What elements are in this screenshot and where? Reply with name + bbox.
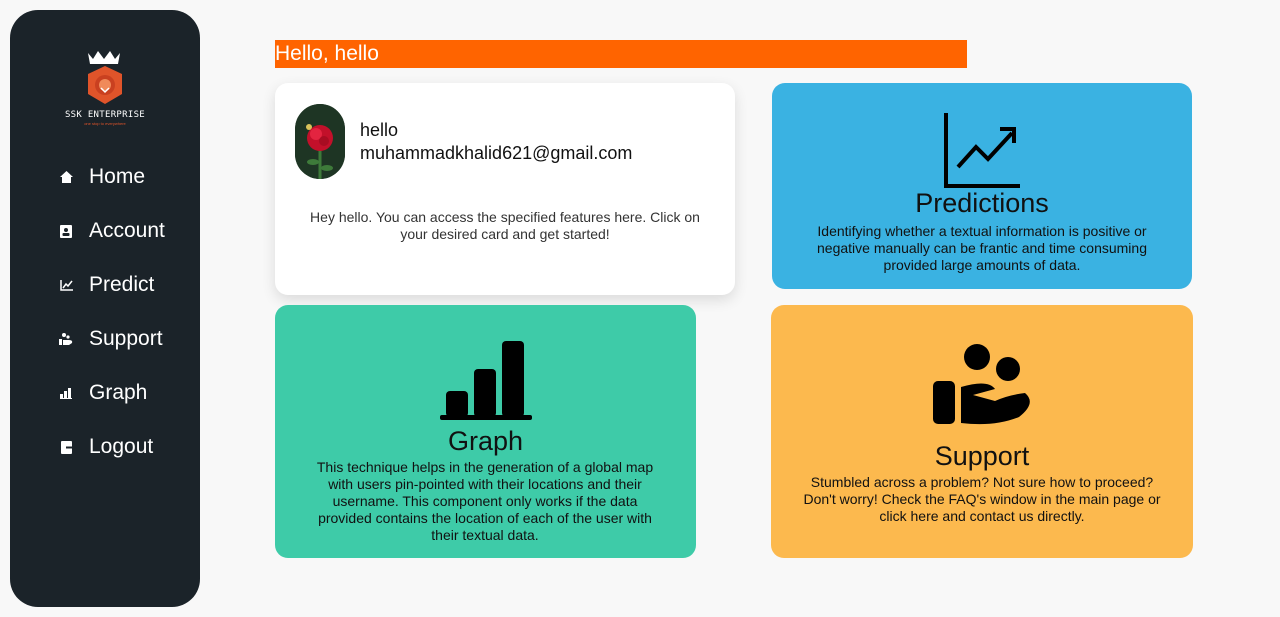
greeting-banner: Hello, hello xyxy=(275,40,967,68)
sidebar-item-label: Support xyxy=(89,327,163,350)
sidebar-item-label: Home xyxy=(89,165,146,188)
bar-chart-icon xyxy=(440,341,532,420)
sidebar-item-logout[interactable]: Logout xyxy=(58,420,165,474)
support-card[interactable]: Support Stumbled across a problem? Not s… xyxy=(771,305,1193,558)
bar-chart-icon xyxy=(58,385,74,401)
predictions-card[interactable]: Predictions Identifying whether a textua… xyxy=(772,83,1192,289)
sidebar-item-predict[interactable]: Predict xyxy=(58,258,165,312)
sidebar-nav: Home Account Predict Support Graph Logou… xyxy=(58,150,165,474)
support-hand-icon xyxy=(933,344,1030,425)
sidebar-item-support[interactable]: Support xyxy=(58,312,165,366)
sidebar: SSK ENTERPRISE one stop to everywhere Ho… xyxy=(10,10,200,607)
sidebar-item-label: Graph xyxy=(89,381,148,404)
predictions-title: Predictions xyxy=(915,188,1049,218)
support-icon xyxy=(58,331,74,347)
graph-title: Graph xyxy=(447,426,524,456)
sidebar-item-label: Logout xyxy=(89,435,154,458)
support-title: Support xyxy=(934,441,1030,471)
sidebar-item-home[interactable]: Home xyxy=(58,150,165,204)
welcome-message: Hey hello. You can access the specified … xyxy=(310,209,700,242)
logout-icon xyxy=(58,439,74,455)
flower-avatar-icon xyxy=(295,104,345,179)
profile-card: hello muhammadkhalid621@gmail.com Hey he… xyxy=(275,83,735,295)
lion-crown-icon xyxy=(88,51,122,104)
graph-description: This technique helps in the generation o… xyxy=(316,459,654,543)
brand-name: SSK ENTERPRISE xyxy=(64,110,146,120)
user-email: muhammadkhalid621@gmail.com xyxy=(360,143,633,163)
chart-line-icon xyxy=(58,277,74,293)
sidebar-item-graph[interactable]: Graph xyxy=(58,366,165,420)
user-name: hello xyxy=(360,120,399,140)
trend-chart-icon xyxy=(944,113,1020,188)
graph-card[interactable]: Graph This technique helps in the genera… xyxy=(275,305,696,558)
home-icon xyxy=(58,169,74,185)
account-icon xyxy=(58,223,74,239)
avatar[interactable] xyxy=(295,104,345,179)
brand-logo[interactable]: SSK ENTERPRISE one stop to everywhere xyxy=(60,50,150,130)
sidebar-item-account[interactable]: Account xyxy=(58,204,165,258)
brand-tagline: one stop to everywhere xyxy=(84,121,126,126)
support-description: Stumbled across a problem? Not sure how … xyxy=(803,474,1161,524)
sidebar-item-label: Account xyxy=(89,219,165,242)
sidebar-item-label: Predict xyxy=(89,273,155,296)
predictions-description: Identifying whether a textual informatio… xyxy=(817,223,1147,273)
